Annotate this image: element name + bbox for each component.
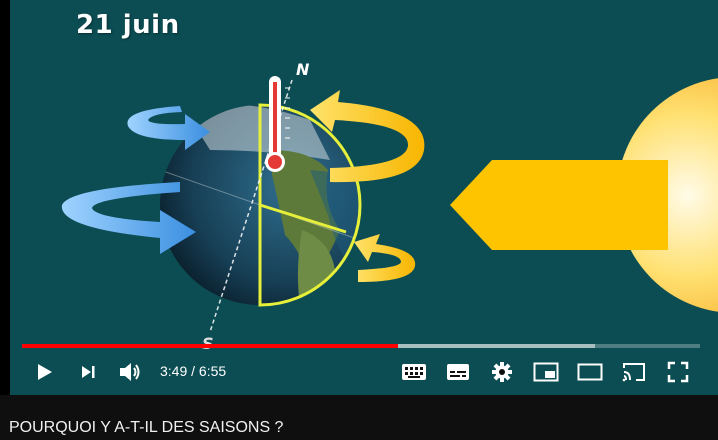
- next-icon: [82, 366, 95, 378]
- play-icon: [38, 364, 52, 380]
- next-button[interactable]: [74, 358, 102, 386]
- rotation-arrow-yellow-bottom: [354, 234, 416, 282]
- gear-icon: [492, 362, 512, 382]
- subtitles-button[interactable]: [444, 358, 472, 386]
- video-frame[interactable]: 21 juin N S: [10, 0, 718, 395]
- miniplayer-button[interactable]: [532, 358, 560, 386]
- current-time: 3:49: [160, 363, 188, 379]
- keyboard-button[interactable]: [400, 358, 428, 386]
- fullscreen-button[interactable]: [664, 358, 692, 386]
- video-player[interactable]: 21 juin N S 3:49 / 6:55: [0, 0, 718, 395]
- miniplayer-icon: [533, 362, 559, 382]
- video-title[interactable]: POURQUOI Y A-T-IL DES SAISONS ?: [9, 419, 283, 437]
- north-label: N: [296, 60, 310, 79]
- play-button[interactable]: [30, 358, 58, 386]
- cast-button[interactable]: [620, 358, 648, 386]
- volume-button[interactable]: [116, 358, 144, 386]
- time-display: 3:49 / 6:55: [160, 363, 226, 379]
- date-label: 21 juin: [76, 10, 180, 40]
- theater-button[interactable]: [576, 358, 604, 386]
- subtitles-icon: [447, 364, 469, 380]
- time-separator: /: [187, 363, 199, 379]
- video-illustration: [61, 76, 718, 333]
- theater-icon: [577, 363, 603, 381]
- duration: 6:55: [198, 363, 227, 379]
- player-controls: 3:49 / 6:55: [10, 352, 718, 392]
- sunlight-arrow: [450, 160, 668, 250]
- keyboard-icon: [402, 364, 426, 380]
- volume-icon: [120, 363, 140, 381]
- settings-button[interactable]: [488, 358, 516, 386]
- progress-bar[interactable]: [22, 344, 700, 348]
- cast-icon: [622, 363, 645, 382]
- fullscreen-icon: [667, 361, 689, 383]
- progress-played: [22, 344, 399, 348]
